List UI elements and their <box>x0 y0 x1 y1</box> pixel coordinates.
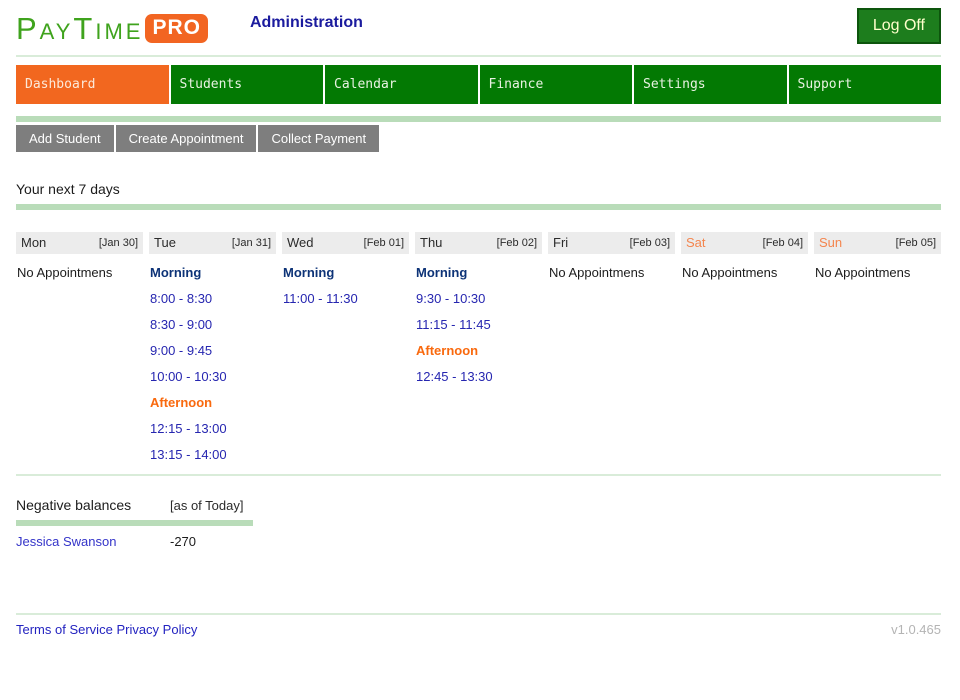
actions-top-bar <box>16 116 941 122</box>
no-appointments-label: No Appointmens <box>549 265 645 280</box>
day-header-thu: Thu [Feb 02] <box>415 232 542 254</box>
balance-row: Jessica Swanson -270 <box>16 534 941 549</box>
day-name: Mon <box>21 235 47 250</box>
day-date: [Feb 03] <box>629 236 670 249</box>
day-name: Sun <box>819 235 843 250</box>
appointment-time[interactable]: 11:15 - 11:45 <box>415 318 542 332</box>
privacy-policy-link[interactable]: Privacy Policy <box>116 622 197 637</box>
period-label-morning: Morning <box>416 265 468 280</box>
balances-heading: Negative balances <box>16 497 132 513</box>
day-column-thu: Thu [Feb 02] Morning 9:30 - 10:30 11:15 - 11… <box>415 232 542 464</box>
footer-divider <box>16 613 941 615</box>
day-date: [Jan 31] <box>231 236 271 249</box>
day-header-wed: Wed [Feb 01] <box>282 232 409 254</box>
day-date: [Feb 01] <box>363 236 404 249</box>
day-date: [Feb 02] <box>496 236 537 249</box>
day-date: [Feb 04] <box>762 236 803 249</box>
day-header-mon: Mon [Jan 30] <box>16 232 143 254</box>
day-column-sun: Sun [Feb 05] No Appointmens <box>814 232 941 464</box>
logo-pro-badge: PRO <box>145 14 208 43</box>
quick-actions: Add Student Create Appointment Collect Pay… <box>16 125 941 152</box>
logo-text: PayTime <box>16 10 144 46</box>
day-name: Wed <box>287 235 314 250</box>
day-column-wed: Wed [Feb 01] Morning 11:00 - 11:30 <box>282 232 409 464</box>
paytime-pro-logo: PayTime PRO <box>16 10 208 46</box>
footer-links: Terms of Service Privacy Policy <box>16 622 197 637</box>
nav-tab-dashboard[interactable]: Dashboard <box>16 65 169 104</box>
day-name: Sat <box>686 235 706 250</box>
main-nav: Dashboard Students Calendar Finance Settings… <box>16 65 941 104</box>
header-divider <box>16 55 941 57</box>
appointment-time[interactable]: 12:45 - 13:30 <box>415 370 542 384</box>
no-appointments-label: No Appointmens <box>682 265 778 280</box>
footer-row: Terms of Service Privacy Policy v1.0.465 <box>16 622 941 637</box>
day-header-sun: Sun [Feb 05] <box>814 232 941 254</box>
collect-payment-button[interactable]: Collect Payment <box>258 125 380 152</box>
week-heading-underline <box>16 204 941 210</box>
negative-balances-section: Negative balances [as of Today] Jessica … <box>16 497 941 549</box>
week-section-heading: Your next 7 days <box>16 181 120 197</box>
nav-tab-support[interactable]: Support <box>788 65 941 104</box>
balance-amount: -270 <box>170 534 197 549</box>
period-label-afternoon: Afternoon <box>416 343 479 358</box>
day-header-fri: Fri [Feb 03] <box>548 232 675 254</box>
day-column-sat: Sat [Feb 04] No Appointmens <box>681 232 808 464</box>
create-appointment-button[interactable]: Create Appointment <box>115 125 257 152</box>
student-name-link[interactable]: Jessica Swanson <box>16 534 170 549</box>
nav-tab-finance[interactable]: Finance <box>479 65 632 104</box>
balances-rows: Jessica Swanson -270 <box>16 534 941 549</box>
balances-underline <box>16 520 253 526</box>
add-student-button[interactable]: Add Student <box>16 125 114 152</box>
appointment-time[interactable]: 10:00 - 10:30 <box>149 370 276 384</box>
appointment-time[interactable]: 9:00 - 9:45 <box>149 344 276 358</box>
section-divider <box>16 474 941 476</box>
appointment-time[interactable]: 8:00 - 8:30 <box>149 292 276 306</box>
no-appointments-label: No Appointmens <box>815 265 911 280</box>
period-label-morning: Morning <box>283 265 335 280</box>
balances-header: Negative balances [as of Today] <box>16 497 941 513</box>
footer: Terms of Service Privacy Policy v1.0.465 <box>16 613 941 637</box>
balances-as-of-label: [as of Today] <box>170 498 244 513</box>
day-name: Thu <box>420 235 443 250</box>
app-version: v1.0.465 <box>891 622 941 637</box>
day-header-tue: Tue [Jan 31] <box>149 232 276 254</box>
day-name: Tue <box>154 235 176 250</box>
day-date: [Feb 05] <box>895 236 936 249</box>
page-title: Administration <box>249 14 363 31</box>
header: PayTime PRO Administration Log Off <box>16 0 941 55</box>
day-name: Fri <box>553 235 569 250</box>
appointment-time[interactable]: 13:15 - 14:00 <box>149 448 276 462</box>
period-label-morning: Morning <box>150 265 202 280</box>
terms-of-service-link[interactable]: Terms of Service <box>16 622 113 637</box>
log-off-button[interactable]: Log Off <box>856 8 941 44</box>
period-label-afternoon: Afternoon <box>150 395 213 410</box>
nav-tab-settings[interactable]: Settings <box>634 65 787 104</box>
appointment-time[interactable]: 8:30 - 9:00 <box>149 318 276 332</box>
day-date: [Jan 30] <box>98 236 138 249</box>
appointment-time[interactable]: 9:30 - 10:30 <box>415 292 542 306</box>
day-header-sat: Sat [Feb 04] <box>681 232 808 254</box>
page: PayTime PRO Administration Log Off Dashb… <box>0 0 960 700</box>
appointment-time[interactable]: 11:00 - 11:30 <box>282 292 409 306</box>
nav-tab-calendar[interactable]: Calendar <box>325 65 478 104</box>
week-grid: Mon [Jan 30] No Appointmens Tue [Jan 31] Morn… <box>16 232 941 464</box>
appointment-time[interactable]: 12:15 - 13:00 <box>149 422 276 436</box>
nav-tab-students[interactable]: Students <box>170 65 323 104</box>
day-column-fri: Fri [Feb 03] No Appointmens <box>548 232 675 464</box>
day-column-tue: Tue [Jan 31] Morning 8:00 - 8:30 8:30 - 9:00… <box>149 232 276 464</box>
no-appointments-label: No Appointmens <box>17 265 113 280</box>
day-column-mon: Mon [Jan 30] No Appointmens <box>16 232 143 464</box>
